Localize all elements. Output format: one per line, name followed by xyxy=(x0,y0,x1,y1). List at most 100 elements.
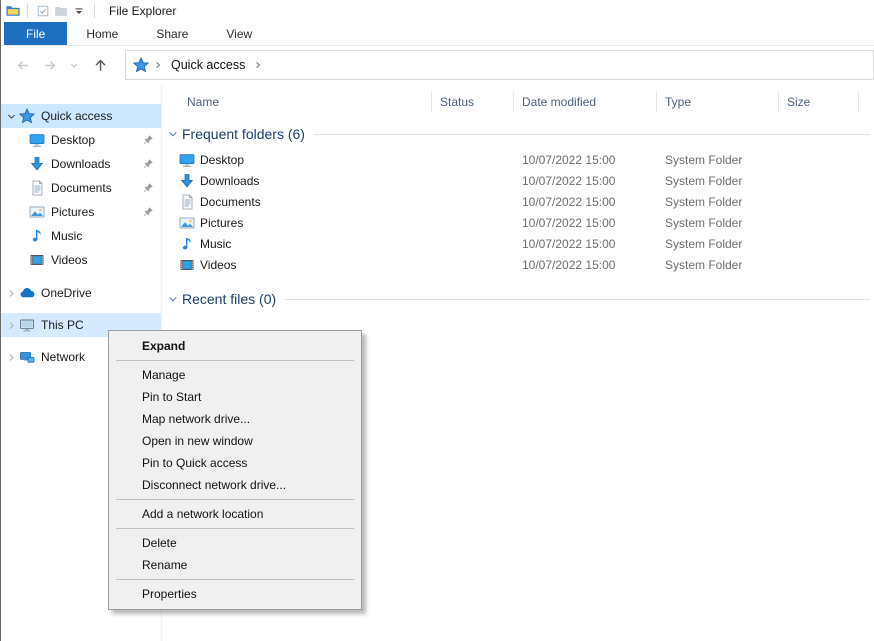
sidebar-item-label: Desktop xyxy=(51,133,95,147)
menu-item-disconnect-network-drive[interactable]: Disconnect network drive... xyxy=(109,474,361,496)
customize-quick-access-toolbar-icon[interactable] xyxy=(70,2,88,20)
sidebar-item-label: Quick access xyxy=(41,109,112,123)
cell-date-modified: 10/07/2022 15:00 xyxy=(514,258,657,272)
group-collapse-chevron-icon[interactable] xyxy=(167,293,179,305)
ribbon-tab-share[interactable]: Share xyxy=(137,22,207,45)
menu-item-manage[interactable]: Manage xyxy=(109,364,361,386)
ribbon-tab-home[interactable]: Home xyxy=(67,22,137,45)
group-label: Recent files (0) xyxy=(182,291,276,307)
address-bar[interactable]: Quick access xyxy=(125,50,874,80)
file-row-music[interactable]: Music10/07/2022 15:00System Folder xyxy=(179,233,874,254)
group-collapse-chevron-icon[interactable] xyxy=(167,128,179,140)
chevron-right-icon[interactable] xyxy=(4,286,18,300)
file-name: Music xyxy=(200,237,231,251)
file-name: Videos xyxy=(200,258,236,272)
forward-button[interactable] xyxy=(39,54,61,76)
cell-date-modified: 10/07/2022 15:00 xyxy=(514,153,657,167)
breadcrumb-chevron-icon[interactable] xyxy=(249,59,267,71)
this-pc-context-menu: Expand ManagePin to StartMap network driv… xyxy=(108,330,362,610)
file-row-documents[interactable]: Documents 10/07/2022 15:00System Folder xyxy=(179,191,874,212)
properties-button[interactable] xyxy=(34,2,52,20)
file-row-pictures[interactable]: Pictures 10/07/2022 15:00System Folder xyxy=(179,212,874,233)
cell-name: Downloads xyxy=(179,173,432,189)
column-header-date-modified[interactable]: Date modified xyxy=(514,92,657,112)
this-pc-icon xyxy=(19,317,35,333)
ribbon-tab-view[interactable]: View xyxy=(207,22,271,45)
pictures-icon xyxy=(29,204,45,220)
menu-separator xyxy=(116,360,354,361)
cell-type: System Folder xyxy=(657,153,779,167)
pin-icon xyxy=(141,134,154,147)
sidebar-item-quick-access[interactable]: Quick access xyxy=(1,104,161,128)
column-header-status[interactable]: Status xyxy=(432,92,514,112)
sidebar-item-label: This PC xyxy=(41,318,84,332)
sidebar-item-label: OneDrive xyxy=(41,286,92,300)
sidebar-item-documents[interactable]: Documents xyxy=(1,176,161,200)
sidebar-item-downloads[interactable]: Downloads xyxy=(1,152,161,176)
file-row-videos[interactable]: Videos10/07/2022 15:00System Folder xyxy=(179,254,874,275)
file-name: Documents xyxy=(200,195,261,209)
menu-item-delete[interactable]: Delete xyxy=(109,532,361,554)
desktop-icon xyxy=(29,132,45,148)
breadcrumb-location[interactable]: Quick access xyxy=(167,58,249,72)
titlebar-separator xyxy=(27,4,28,18)
file-row-desktop[interactable]: Desktop 10/07/2022 15:00System Folder xyxy=(179,149,874,170)
documents-icon xyxy=(179,194,195,210)
cell-type: System Folder xyxy=(657,237,779,251)
column-header-size[interactable]: Size xyxy=(779,92,859,112)
menu-item-properties[interactable]: Properties xyxy=(109,583,361,605)
pin-icon xyxy=(141,182,154,195)
cell-name: Videos xyxy=(179,257,432,273)
titlebar-separator xyxy=(94,4,95,18)
cell-type: System Folder xyxy=(657,216,779,230)
ribbon-tab-file[interactable]: File xyxy=(4,22,67,45)
cell-name: Documents xyxy=(179,194,432,210)
column-header-row: NameStatusDate modifiedTypeSize xyxy=(179,90,874,114)
file-explorer-logo-icon xyxy=(5,3,21,19)
file-name: Desktop xyxy=(200,153,244,167)
cell-date-modified: 10/07/2022 15:00 xyxy=(514,174,657,188)
group-rule xyxy=(285,299,870,300)
menu-item-pin-to-quick-access[interactable]: Pin to Quick access xyxy=(109,452,361,474)
chevron-right-icon[interactable] xyxy=(4,318,18,332)
cell-type: System Folder xyxy=(657,195,779,209)
videos-icon xyxy=(179,257,195,273)
file-name: Pictures xyxy=(200,216,243,230)
sidebar-item-onedrive[interactable]: OneDrive xyxy=(1,281,161,305)
chevron-right-icon[interactable] xyxy=(4,350,18,364)
sidebar-item-desktop[interactable]: Desktop xyxy=(1,128,161,152)
breadcrumb-chevron-icon[interactable] xyxy=(149,59,167,71)
menu-item-pin-to-start[interactable]: Pin to Start xyxy=(109,386,361,408)
sidebar-item-label: Downloads xyxy=(51,157,110,171)
cell-type: System Folder xyxy=(657,174,779,188)
chevron-down-icon[interactable] xyxy=(4,109,18,123)
group-header-recent-files-0[interactable]: Recent files (0) xyxy=(167,288,874,310)
cell-date-modified: 10/07/2022 15:00 xyxy=(514,216,657,230)
pictures-icon xyxy=(179,215,195,231)
back-button[interactable] xyxy=(11,54,33,76)
sidebar-item-label: Network xyxy=(41,350,85,364)
group-label: Frequent folders (6) xyxy=(182,126,305,142)
file-row-downloads[interactable]: Downloads 10/07/2022 15:00System Folder xyxy=(179,170,874,191)
group-header-frequent-folders-6[interactable]: Frequent folders (6) xyxy=(167,123,874,145)
sidebar-item-music[interactable]: Music xyxy=(1,224,161,248)
column-header-type[interactable]: Type xyxy=(657,92,779,112)
menu-item-open-in-new-window[interactable]: Open in new window xyxy=(109,430,361,452)
sidebar-item-videos[interactable]: Videos xyxy=(1,248,161,272)
menu-item-expand[interactable]: Expand xyxy=(109,335,361,357)
sidebar-item-label: Music xyxy=(51,229,82,243)
cell-date-modified: 10/07/2022 15:00 xyxy=(514,195,657,209)
menu-item-rename[interactable]: Rename xyxy=(109,554,361,576)
sidebar-item-pictures[interactable]: Pictures xyxy=(1,200,161,224)
new-folder-button[interactable] xyxy=(52,2,70,20)
menu-separator xyxy=(116,579,354,580)
sidebar-item-label: Documents xyxy=(51,181,112,195)
up-button[interactable] xyxy=(89,54,111,76)
menu-item-add-a-network-location[interactable]: Add a network location xyxy=(109,503,361,525)
cell-name: Music xyxy=(179,236,432,252)
column-header-name[interactable]: Name xyxy=(179,92,432,112)
pin-icon xyxy=(141,206,154,219)
recent-locations-dropdown-icon[interactable] xyxy=(67,54,81,76)
documents-icon xyxy=(29,180,45,196)
menu-item-map-network-drive[interactable]: Map network drive... xyxy=(109,408,361,430)
